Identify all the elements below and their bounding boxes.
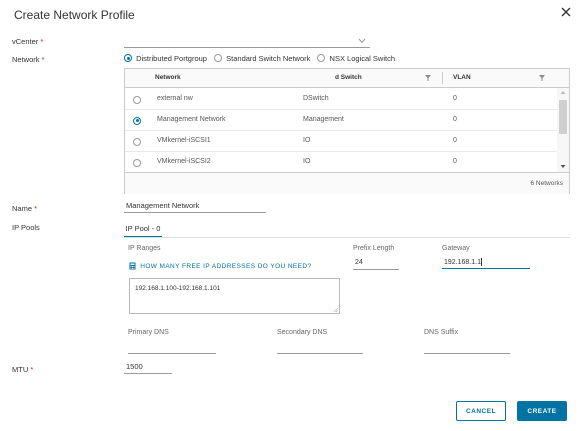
name-label: Name *	[12, 204, 38, 213]
ip-ranges-textarea[interactable]: 192.168.1.100-192.168.1.101	[129, 278, 340, 314]
resize-handle-icon[interactable]	[333, 307, 338, 312]
column-header-vlan[interactable]: VLAN	[453, 74, 471, 81]
table-row[interactable]: VMkernel-iSCSI1 IO 0	[125, 131, 557, 152]
filter-icon[interactable]	[539, 75, 545, 81]
name-input[interactable]: Management Network	[124, 201, 266, 213]
scrollbar[interactable]	[557, 88, 569, 172]
table-row[interactable]: Management Network Management 0	[125, 110, 557, 131]
gateway-label: Gateway	[442, 245, 470, 252]
secondary-dns-input[interactable]	[277, 342, 363, 354]
radio-distributed-portgroup[interactable]	[124, 54, 132, 63]
network-count: 6 Networks	[530, 180, 563, 187]
network-grid: Network d Switch VLAN external nw DSwitc…	[124, 68, 570, 194]
filter-icon[interactable]	[425, 75, 431, 81]
vcenter-label: vCenter *	[12, 37, 44, 46]
scrollbar-thumb[interactable]	[559, 100, 567, 134]
table-row[interactable]: external nw DSwitch 0	[125, 89, 557, 110]
grid-header: Network d Switch VLAN	[125, 69, 569, 88]
dns-suffix-input[interactable]	[424, 342, 510, 354]
grid-footer: 6 Networks	[125, 172, 569, 194]
vcenter-select[interactable]	[124, 35, 370, 48]
prefix-length-label: Prefix Length	[353, 245, 395, 252]
tab-divider	[124, 237, 570, 238]
close-icon[interactable]	[559, 5, 573, 19]
network-label: Network *	[12, 55, 45, 64]
prefix-length-input[interactable]: 24	[353, 259, 399, 270]
column-header-switch[interactable]: d Switch	[335, 74, 362, 81]
radio-standard-switch[interactable]	[214, 54, 223, 63]
gateway-input[interactable]: 192.168.1.1	[442, 258, 530, 269]
column-divider	[442, 72, 443, 84]
dialog-title: Create Network Profile	[14, 8, 135, 22]
row-radio[interactable]	[133, 95, 141, 104]
network-type-group: Distributed Portgroup Standard Switch Ne…	[124, 53, 395, 65]
ip-pools-label: IP Pools	[12, 223, 40, 232]
row-radio[interactable]	[133, 116, 141, 125]
column-header-network[interactable]: Network	[155, 74, 181, 81]
primary-dns-label: Primary DNS	[128, 329, 169, 336]
row-radio[interactable]	[133, 158, 141, 167]
create-button[interactable]: CREATE	[517, 401, 567, 421]
row-radio[interactable]	[133, 137, 141, 146]
dns-suffix-label: DNS Suffix	[424, 329, 459, 336]
text-cursor	[480, 258, 482, 266]
scroll-up-icon[interactable]	[560, 90, 566, 95]
cancel-button[interactable]: CANCEL	[456, 401, 506, 421]
mtu-label: MTU *	[12, 365, 34, 374]
table-row[interactable]: VMkernel-iSCSI2 IO 0	[125, 152, 557, 172]
secondary-dns-label: Secondary DNS	[277, 329, 328, 336]
scroll-down-icon[interactable]	[560, 164, 566, 169]
primary-dns-input[interactable]	[128, 342, 216, 354]
ip-ranges-label: IP Ranges	[128, 245, 161, 252]
radio-nsx-logical-switch[interactable]	[317, 54, 326, 63]
chevron-down-icon	[358, 38, 366, 44]
help-link[interactable]: HOW MANY FREE IP ADDRESSES DO YOU NEED?	[129, 262, 312, 272]
calculator-icon	[129, 262, 136, 270]
mtu-input[interactable]: 1500	[124, 362, 172, 374]
tab-ip-pool-0[interactable]: IP Pool - 0	[124, 224, 162, 237]
